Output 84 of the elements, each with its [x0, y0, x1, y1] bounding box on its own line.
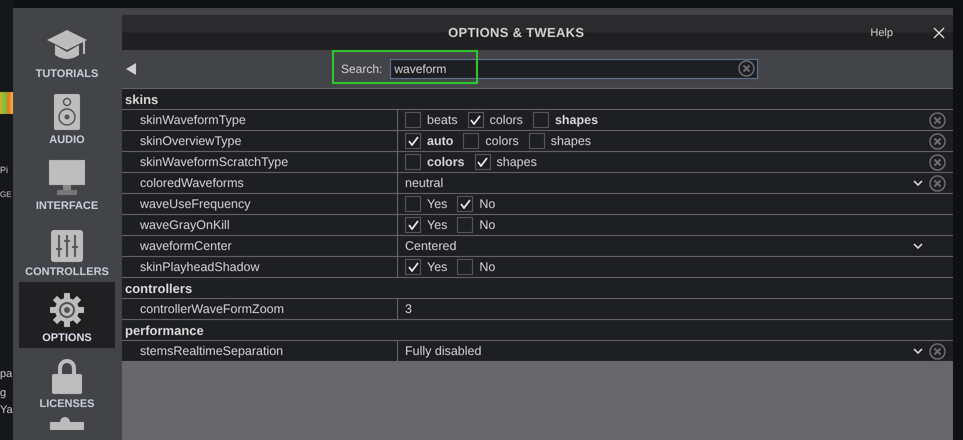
dropdown-value[interactable]: Centered: [405, 239, 456, 253]
check-icon: [460, 199, 471, 209]
checkbox[interactable]: [405, 217, 421, 233]
sidebar-item[interactable]: AUDIO: [19, 84, 115, 150]
option-label: Yes: [427, 260, 448, 274]
check-icon: [408, 262, 418, 272]
setting-name: skinOverviewType: [122, 131, 398, 151]
option-label: colors: [427, 155, 465, 169]
check-icon: [408, 220, 418, 230]
lock-icon: [52, 358, 82, 394]
checkbox[interactable]: [405, 196, 421, 212]
gear-icon: [49, 292, 85, 328]
background-text: g: [0, 388, 8, 399]
option-label: Yes: [427, 197, 448, 211]
option-label: shapes: [496, 155, 537, 169]
checkbox[interactable]: [532, 112, 549, 128]
monitor-icon: [49, 160, 85, 196]
dropdown-value[interactable]: neutral: [405, 176, 444, 190]
sliders-icon: [51, 230, 83, 262]
chevron-down-icon[interactable]: [913, 242, 923, 250]
setting-name: skinWaveformType: [122, 110, 398, 130]
checkbox[interactable]: [405, 259, 421, 275]
checkbox[interactable]: [474, 154, 491, 170]
reset-icon[interactable]: [929, 154, 946, 170]
checkbox[interactable]: [457, 259, 474, 275]
speaker-icon: [54, 94, 80, 130]
setting-name: skinWaveformScratchType: [122, 152, 398, 172]
option-label: shapes: [554, 113, 598, 127]
reset-icon[interactable]: [738, 60, 756, 77]
option-label: No: [479, 218, 496, 232]
option-label: beats: [427, 113, 458, 127]
background-text: Ya: [0, 405, 13, 416]
reset-icon[interactable]: [929, 174, 946, 192]
dropdown-value[interactable]: Fully disabled: [405, 344, 482, 358]
check-icon: [408, 136, 418, 146]
setting-name: skinPlayheadShadow: [122, 257, 398, 277]
back-arrow-icon[interactable]: [126, 63, 136, 75]
setting-name: waveformCenter: [122, 236, 398, 256]
window-title: OPTIONS & TWEAKS: [447, 25, 586, 40]
search-field[interactable]: waveform: [390, 59, 758, 79]
waveform-strip: [0, 92, 13, 114]
sidebar-item[interactable]: TUTORIALS: [19, 18, 115, 84]
checkbox[interactable]: [463, 133, 480, 149]
check-icon: [470, 115, 482, 125]
setting-value[interactable]: 3: [405, 302, 412, 316]
checkbox[interactable]: [405, 112, 421, 128]
sidebar-item[interactable]: OPTIONS: [19, 282, 115, 348]
setting-name: controllerWaveFormZoom: [122, 299, 398, 319]
checkbox[interactable]: [457, 217, 474, 233]
setting-name: coloredWaveforms: [122, 173, 398, 193]
sidebar-item[interactable]: LICENSES: [19, 348, 115, 414]
check-icon: [477, 157, 488, 167]
puzzle-icon: [50, 416, 84, 430]
background-text: GE: [0, 191, 13, 199]
section-heading: performance: [122, 320, 953, 341]
checkbox[interactable]: [405, 133, 421, 149]
sidebar-item[interactable]: CONTROLLERS: [19, 216, 115, 282]
reset-icon[interactable]: [929, 112, 946, 128]
close-button[interactable]: [933, 26, 945, 38]
option-label: auto: [427, 134, 454, 148]
background-text: pa: [0, 369, 13, 380]
setting-name: stemsRealtimeSeparation: [122, 341, 398, 361]
section-heading: controllers: [122, 278, 953, 299]
background-text: Pi: [0, 166, 10, 175]
checkbox[interactable]: [457, 196, 474, 212]
option-label: colors: [490, 113, 523, 127]
sidebar-item[interactable]: INTERFACE: [19, 150, 115, 216]
checkbox[interactable]: [468, 112, 484, 128]
section-heading: skins: [122, 89, 953, 110]
option-label: colors: [485, 134, 519, 148]
checkbox[interactable]: [528, 133, 545, 149]
option-label: No: [479, 197, 496, 211]
reset-icon[interactable]: [929, 342, 946, 360]
chevron-down-icon[interactable]: [913, 348, 923, 354]
setting-name: waveUseFrequency: [122, 194, 398, 214]
option-label: shapes: [550, 134, 592, 148]
reset-icon[interactable]: [929, 132, 946, 150]
setting-name: waveGrayOnKill: [122, 215, 398, 235]
search-label: Search:: [341, 62, 382, 76]
chevron-down-icon[interactable]: [913, 180, 923, 186]
help-link[interactable]: Help: [870, 26, 893, 38]
checkbox[interactable]: [405, 154, 421, 170]
option-label: Yes: [427, 218, 448, 232]
option-label: No: [479, 260, 496, 274]
